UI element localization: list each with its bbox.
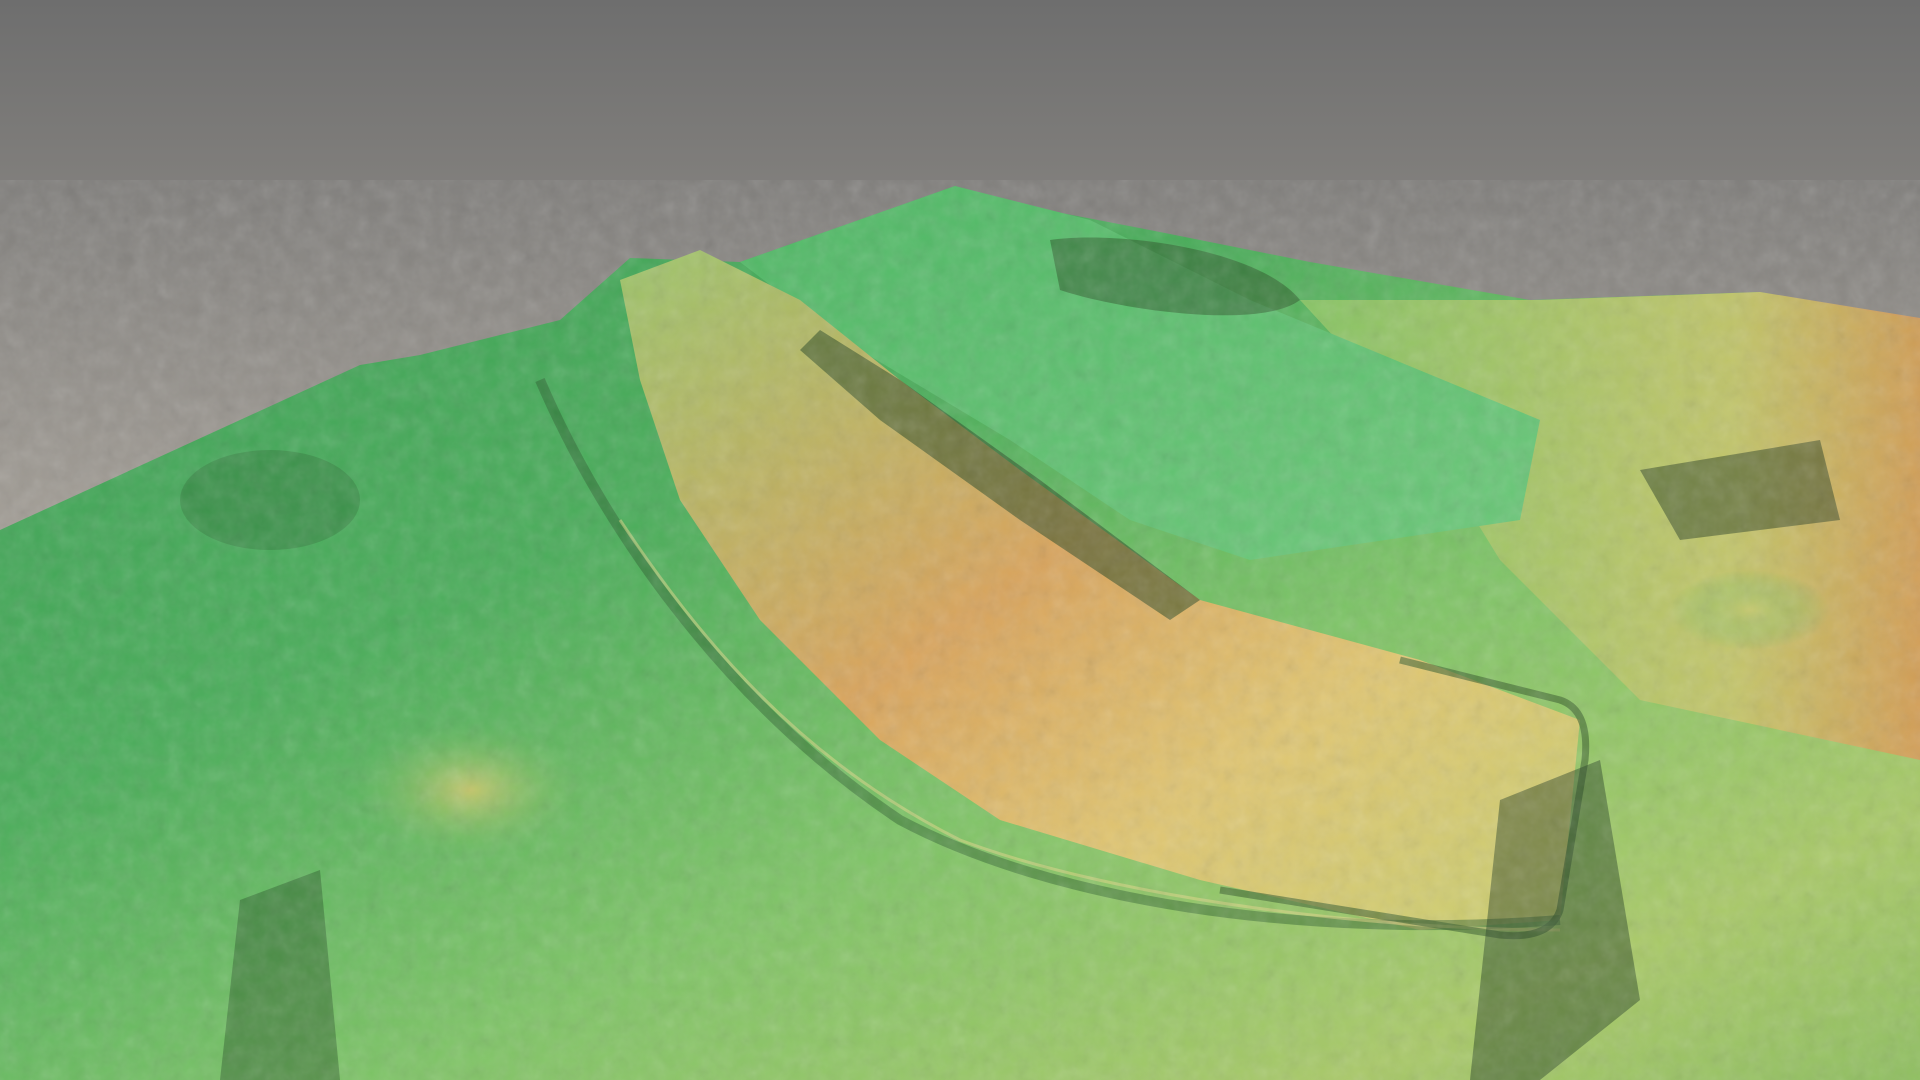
terrain-viewport[interactable] — [0, 0, 1920, 1080]
terrain-relief-model[interactable] — [0, 0, 1920, 1080]
